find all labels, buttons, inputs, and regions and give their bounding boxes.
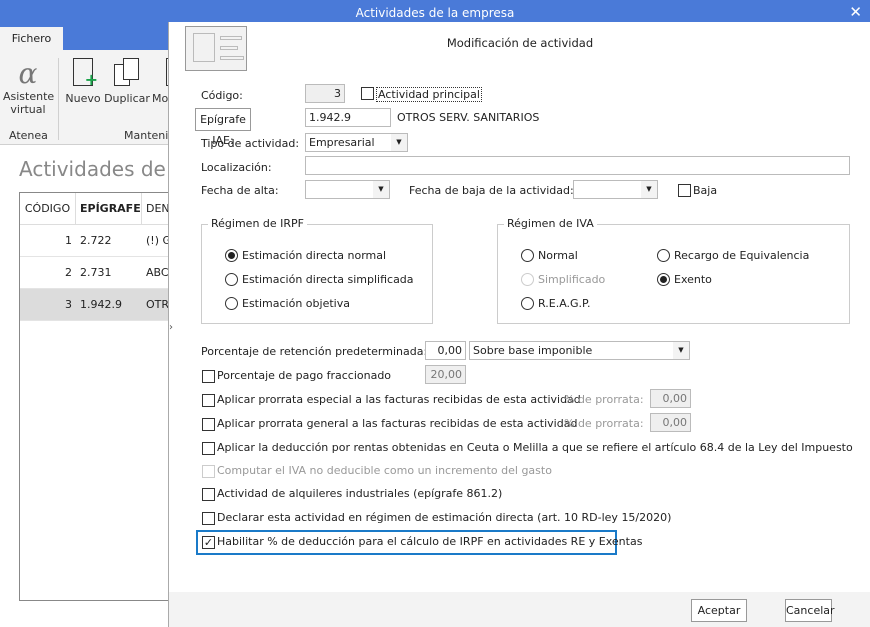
regimen-irpf-group: Régimen de IRPF Estimación directa norma… [201, 217, 433, 324]
chevron-down-icon: ▼ [673, 342, 689, 359]
duplicate-icon [114, 58, 140, 88]
chevron-right-icon[interactable]: › [169, 322, 173, 333]
radio-normal[interactable] [521, 249, 534, 262]
asistente-virtual-button[interactable]: α Asistente virtual [3, 57, 54, 117]
prorrata-general-checkbox[interactable] [202, 418, 215, 431]
table-row[interactable]: 1 2.722 (!) G [20, 225, 180, 257]
table-row-selected[interactable]: 3 1.942.9 OTR [20, 289, 180, 321]
prorrata-especial-field: 0,00 [650, 389, 691, 408]
fecha-baja-picker[interactable]: ▼ [573, 180, 658, 199]
table-row[interactable]: 2 2.731 ABC [20, 257, 180, 289]
computar-iva-checkbox [202, 465, 215, 478]
chevron-down-icon: ▼ [641, 181, 657, 198]
dialog-title: Modificación de actividad [446, 36, 594, 50]
page-title: Actividades de la [19, 157, 191, 181]
nuevo-button[interactable]: + Nuevo [64, 58, 102, 105]
pago-fraccionado-field: 20,00 [425, 365, 466, 384]
baja-checkbox[interactable] [678, 184, 691, 197]
modificacion-actividad-dialog: Modificación de actividad Código: 3 Acti… [168, 22, 870, 627]
radio-reagp[interactable] [521, 297, 534, 310]
pago-fraccionado-checkbox[interactable] [202, 370, 215, 383]
tipo-actividad-label: Tipo de actividad: [201, 137, 300, 150]
window-title: Actividades de la empresa [355, 6, 515, 20]
cancel-button[interactable]: Cancelar [785, 599, 835, 622]
prorrata-general-field: 0,00 [650, 413, 691, 432]
habilitar-deduccion-checkbox[interactable]: ✓ [202, 536, 215, 549]
column-epigrafe[interactable]: EPÍGRAFE [76, 193, 142, 225]
actividad-principal-checkbox[interactable] [361, 87, 374, 100]
epigrafe-description: OTROS SERV. SANITARIOS [397, 111, 540, 124]
epigrafe-iae-button[interactable]: Epígrafe IAE: [195, 108, 251, 147]
duplicar-button[interactable]: Duplicar [104, 58, 150, 105]
regimen-iva-group: Régimen de IVA Normal Simplificado R.E.A… [497, 217, 850, 324]
chevron-down-icon: ▼ [391, 134, 407, 151]
retencion-label: Porcentaje de retención predeterminada: [201, 345, 428, 358]
retencion-field[interactable]: 0,00 [425, 341, 466, 360]
group-mantenimiento: Manteni [124, 129, 169, 142]
fecha-baja-label: Fecha de baja de la actividad: [409, 184, 574, 197]
group-atenea: Atenea [9, 129, 48, 142]
codigo-field[interactable]: 3 [305, 84, 345, 103]
radio-estimacion-directa-normal[interactable] [225, 249, 238, 262]
chevron-down-icon: ▼ [373, 181, 389, 198]
accept-button[interactable]: Aceptar [691, 599, 747, 622]
dialog-footer: Aceptar Cancelar [169, 592, 870, 627]
radio-estimacion-directa-simplificada[interactable] [225, 273, 238, 286]
retencion-base-select[interactable]: Sobre base imponible ▼ [469, 341, 690, 360]
actividad-principal-label[interactable]: Actividad principal [376, 87, 482, 102]
column-codigo[interactable]: CÓDIGO [20, 193, 76, 225]
radio-recargo-equivalencia[interactable] [657, 249, 670, 262]
epigrafe-field[interactable]: 1.942.9 [305, 108, 391, 127]
declarar-estimacion-directa-checkbox[interactable] [202, 512, 215, 525]
prorrata-especial-checkbox[interactable] [202, 394, 215, 407]
new-document-icon: + [73, 58, 98, 89]
radio-simplificado [521, 273, 534, 286]
fecha-alta-picker[interactable]: ▼ [305, 180, 390, 199]
alquileres-industriales-checkbox[interactable] [202, 488, 215, 501]
baja-label: Baja [693, 184, 718, 197]
tipo-actividad-select[interactable]: Empresarial ▼ [305, 133, 408, 152]
activities-table: CÓDIGO EPÍGRAFE DEN 1 2.722 (!) G 2 2.731 AB… [19, 192, 182, 601]
alpha-icon: α [18, 57, 38, 90]
tab-fichero[interactable]: Fichero [0, 27, 63, 51]
localizacion-field[interactable] [305, 156, 850, 175]
codigo-label: Código: [201, 89, 243, 102]
ceuta-melilla-checkbox[interactable] [202, 442, 215, 455]
fecha-alta-label: Fecha de alta: [201, 184, 279, 197]
ribbon: α Asistente virtual + Nuevo Duplicar Mo A… [0, 50, 172, 145]
radio-estimacion-objetiva[interactable] [225, 297, 238, 310]
localizacion-label: Localización: [201, 161, 272, 174]
radio-exento[interactable] [657, 273, 670, 286]
